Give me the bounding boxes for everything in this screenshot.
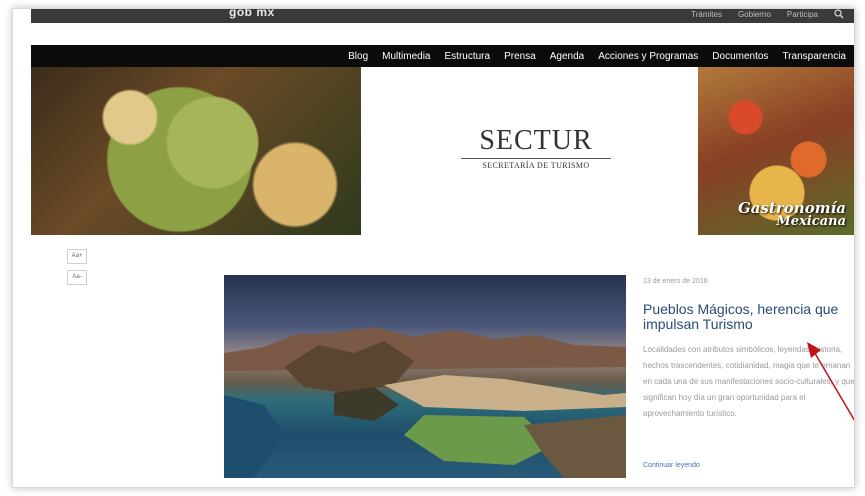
main-nav: Blog Multimedia Estructura Prensa Agenda… [31,45,854,67]
gastronomia-caption: Gastronomía Mexicana [738,201,846,229]
sectur-logo[interactable]: SECTUR SECRETARÍA DE TURISMO [461,125,611,170]
browser-frame: gob mx Trámites Gobierno Participa Blog … [12,8,855,488]
nav-acciones-programas[interactable]: Acciones y Programas [598,51,698,62]
search-icon[interactable] [834,9,844,19]
annotation-arrow-icon [807,342,854,421]
font-decrease-button[interactable]: Aa- [67,270,87,285]
sectur-subtitle: SECRETARÍA DE TURISMO [482,161,590,170]
nav-estructura[interactable]: Estructura [445,51,491,62]
read-more-link[interactable]: Continuar leyendo [643,462,700,469]
hero-image-guacamole [31,67,361,235]
sectur-divider [461,158,611,159]
post-title[interactable]: Pueblos Mágicos, herencia que impulsan T… [643,302,843,332]
top-links: Trámites Gobierno Participa [691,9,844,19]
top-link-tramites[interactable]: Trámites [691,10,722,19]
nav-blog[interactable]: Blog [348,51,368,62]
gob-mx-logo[interactable]: gob mx [229,9,275,19]
hero-banner: SECTUR SECRETARÍA DE TURISMO Gastronomía… [31,67,854,237]
post-image-bay[interactable] [224,275,626,478]
post-date: 13 de enero de 2016 [643,278,708,285]
sectur-title: SECTUR [479,125,593,156]
top-bar: gob mx Trámites Gobierno Participa [31,9,854,23]
nav-transparencia[interactable]: Transparencia [782,51,846,62]
top-link-participa[interactable]: Participa [787,10,818,19]
nav-documentos[interactable]: Documentos [712,51,768,62]
nav-agenda[interactable]: Agenda [550,51,584,62]
hero-image-gastronomia: Gastronomía Mexicana [698,67,854,235]
nav-prensa[interactable]: Prensa [504,51,536,62]
font-increase-button[interactable]: Aa+ [67,249,87,264]
nav-multimedia[interactable]: Multimedia [382,51,430,62]
gastronomia-caption-line2: Mexicana [776,214,846,229]
top-link-gobierno[interactable]: Gobierno [738,10,771,19]
gastronomia-caption-line1: Gastronomía [737,199,846,217]
